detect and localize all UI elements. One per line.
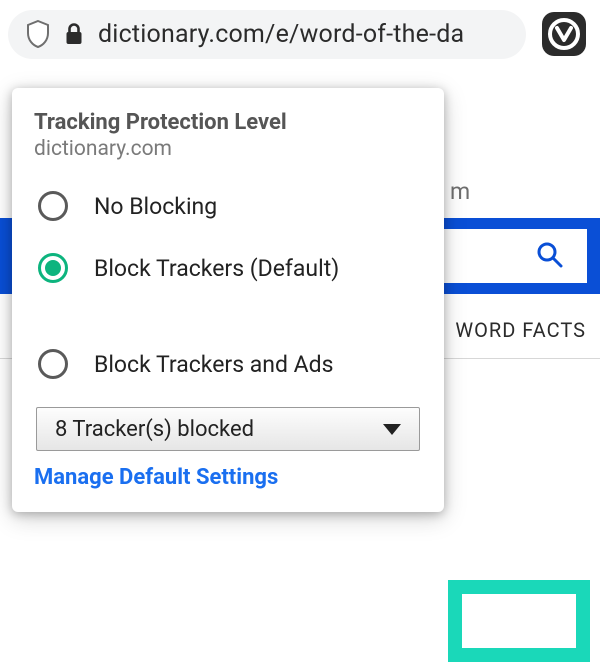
blocked-trackers-dropdown[interactable]: 8 Tracker(s) blocked (36, 407, 420, 451)
dropdown-label: 8 Tracker(s) blocked (55, 417, 254, 442)
option-block-trackers[interactable]: Block Trackers (Default) (34, 237, 422, 299)
radio-icon (38, 349, 68, 379)
option-block-trackers-ads[interactable]: Block Trackers and Ads (34, 333, 422, 395)
address-bar-url: dictionary.com/e/word-of-the-da (98, 20, 508, 49)
manage-default-settings-link[interactable]: Manage Default Settings (34, 465, 422, 490)
page-card (448, 580, 590, 662)
address-bar[interactable]: dictionary.com/e/word-of-the-da (8, 10, 526, 59)
option-no-blocking[interactable]: No Blocking (34, 175, 422, 237)
radio-icon (38, 191, 68, 221)
option-label: Block Trackers and Ads (94, 351, 334, 378)
browser-chrome: dictionary.com/e/word-of-the-da (0, 0, 600, 68)
chevron-down-icon (383, 424, 401, 435)
search-icon (535, 240, 563, 272)
option-label: No Blocking (94, 193, 217, 220)
popup-site: dictionary.com (34, 137, 422, 161)
shield-icon[interactable] (26, 20, 50, 48)
partial-page-text: m (450, 178, 470, 205)
nav-item-wordfacts[interactable]: WORD FACTS (455, 318, 586, 342)
popup-title: Tracking Protection Level (34, 110, 422, 135)
tracking-protection-popup: Tracking Protection Level dictionary.com… (12, 88, 444, 512)
radio-icon-selected (38, 253, 68, 283)
lock-icon (64, 22, 84, 46)
vivaldi-menu-button[interactable] (538, 8, 590, 60)
option-label: Block Trackers (Default) (94, 255, 339, 282)
